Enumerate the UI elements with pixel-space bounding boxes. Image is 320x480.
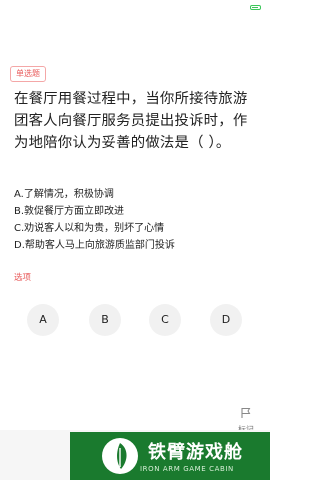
answer-choices: A B C D	[0, 304, 270, 336]
options-list: A.了解情况，积极协调 B.敦促餐厅方面立即改进 C.劝说客人以和为贵，别坏了心…	[14, 186, 260, 254]
status-bar	[0, 0, 270, 16]
watermark-title: 铁臂游戏舱	[148, 442, 243, 463]
option-c: C.劝说客人以和为贵，别坏了心情	[14, 223, 165, 234]
battery-icon	[250, 5, 261, 10]
battery-level	[252, 7, 258, 8]
options-section-label: 选项	[14, 273, 32, 283]
answer-button-c[interactable]: C	[149, 304, 181, 336]
watermark-banner: 铁臂游戏舱 IRON ARM GAME CABIN	[70, 432, 270, 480]
answer-button-b[interactable]: B	[89, 304, 121, 336]
answer-button-a[interactable]: A	[27, 304, 59, 336]
mark-button[interactable]: 标记	[232, 404, 260, 434]
option-b: B.敦促餐厅方面立即改进	[14, 206, 125, 217]
flag-icon	[241, 408, 251, 418]
watermark-subtitle: IRON ARM GAME CABIN	[140, 465, 234, 473]
watermark-logo-icon	[102, 438, 138, 474]
answer-button-d[interactable]: D	[210, 304, 242, 336]
option-a: A.了解情况，积极协调	[14, 189, 114, 200]
question-type-tag: 单选题	[10, 66, 46, 82]
question-text: 在餐厅用餐过程中，当你所接待旅游团客人向餐厅服务员提出投诉时，作为地陪你认为妥善…	[14, 91, 248, 151]
option-d: D.帮助客人马上向旅游质监部门投诉	[14, 240, 175, 251]
